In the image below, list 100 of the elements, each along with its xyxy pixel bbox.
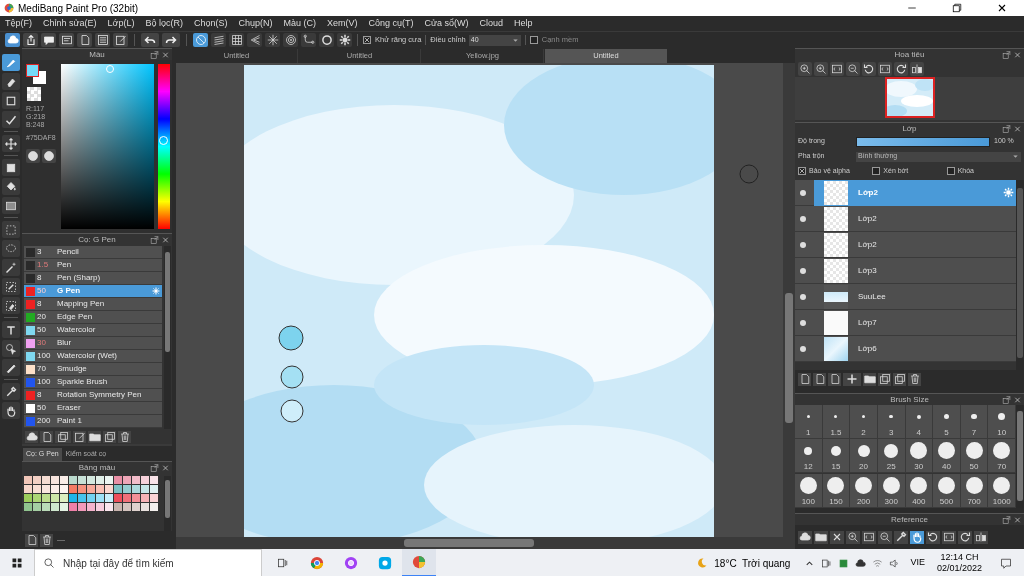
brush-size: 8: [37, 389, 43, 401]
brush-size-label: 20: [859, 462, 868, 472]
taskbar-search-field[interactable]: Nhập tại đây để tìm kiếm: [34, 549, 262, 576]
clock[interactable]: 12:14 CH 02/01/2022: [936, 552, 982, 574]
brush-size-cell[interactable]: 100: [795, 473, 823, 508]
menu-item[interactable]: Xem(V): [327, 16, 358, 31]
brush-list-item[interactable]: 8 Mapping Pen: [24, 298, 162, 311]
window-title: MediBang Paint Pro (32bit): [18, 1, 139, 16]
brush-size-cell[interactable]: 4: [905, 405, 934, 439]
layer-name: Lớp3: [858, 264, 877, 277]
menu-item[interactable]: Chỉnh sửa(E): [43, 16, 97, 31]
menu-item[interactable]: Help: [514, 16, 533, 31]
brush-size-label: 25: [886, 462, 896, 472]
brush-size-label: 30: [914, 462, 924, 472]
brush-size-label: 12: [803, 462, 813, 472]
brush-size-cell[interactable]: 50: [960, 439, 989, 474]
brush-size-label: 200: [856, 496, 871, 506]
brush-list-item[interactable]: 200 Paint 1: [24, 415, 162, 428]
brush-size-label: 2: [861, 428, 866, 437]
menu-item[interactable]: Bộ lọc(R): [145, 16, 183, 31]
brush-list-item[interactable]: 30 Blur: [24, 337, 162, 350]
brush-size: 50: [37, 285, 47, 297]
layer-row[interactable]: Lớp3: [795, 258, 1016, 284]
brush-size-cell[interactable]: 300: [877, 473, 906, 508]
brush-name: Pencil: [57, 246, 79, 258]
menu-item[interactable]: Tệp(F): [5, 16, 32, 31]
brush-size: 3: [37, 246, 43, 258]
brush-name: Mapping Pen: [57, 298, 105, 310]
brush-size-cell[interactable]: 700: [960, 473, 989, 508]
menu-item[interactable]: Công cụ(T): [368, 16, 414, 31]
brush-size: 8: [37, 272, 43, 284]
search-placeholder: Nhập tại đây để tìm kiếm: [63, 556, 174, 571]
weather-text[interactable]: 18°C Trời quang: [714, 555, 791, 571]
brush-list-item[interactable]: 20 Edge Pen: [24, 311, 162, 324]
brush-size: 20: [37, 311, 47, 323]
brush-size-label: 1000: [992, 496, 1011, 506]
panel-title: Reference: [891, 515, 928, 524]
brush-name: Watercolor (Wet): [57, 350, 117, 362]
brush-size-cell[interactable]: 3: [877, 405, 906, 439]
brush-list-item[interactable]: 3 Pencil: [24, 246, 162, 259]
menu-item[interactable]: Cloud: [479, 16, 504, 31]
brush-size-label: 10: [997, 428, 1007, 437]
brush-size-cell[interactable]: 1000: [988, 473, 1016, 508]
brush-size-cell[interactable]: 400: [905, 473, 934, 508]
brush-size-cell[interactable]: 70: [988, 439, 1016, 474]
brush-size-cell[interactable]: 7: [960, 405, 989, 439]
layer-row[interactable]: Lớp2: [795, 232, 1016, 258]
brush-size-label: 4: [916, 428, 922, 437]
menu-item[interactable]: Chụp(N): [238, 16, 273, 31]
brush-list-item[interactable]: 50 Watercolor: [24, 324, 162, 337]
layer-name: Lớp6: [858, 342, 877, 355]
layer-row[interactable]: SuuLee: [795, 284, 1016, 310]
brush-list-item[interactable]: 100 Sparkle Brush: [24, 376, 162, 389]
brush-size-cell[interactable]: 150: [822, 473, 851, 508]
layer-name: Lớp2: [858, 212, 877, 225]
brush-size-cell[interactable]: 20: [850, 439, 878, 474]
brush-list-item[interactable]: 100 Watercolor (Wet): [24, 350, 162, 363]
brush-size-label: 3: [888, 428, 894, 437]
clock-time: 12:14 CH: [940, 552, 979, 563]
brush-size-cell[interactable]: 15: [822, 439, 851, 474]
brush-size-cell[interactable]: 12: [795, 439, 823, 474]
layer-row[interactable]: Lớp7: [795, 310, 1016, 336]
menu-item[interactable]: Cửa sổ(W): [424, 16, 469, 31]
brush-size-cell[interactable]: 1: [795, 405, 823, 439]
brush-list-item[interactable]: 8 Pen (Sharp): [24, 272, 162, 285]
brush-size-cell[interactable]: 2: [850, 405, 878, 439]
brush-list-item[interactable]: 70 Smudge: [24, 363, 162, 376]
brush-size: 50: [37, 324, 47, 336]
brush-size-label: 15: [831, 462, 841, 472]
brush-size-cell[interactable]: 500: [933, 473, 961, 508]
menu-item[interactable]: Chọn(S): [194, 16, 228, 31]
brush-size-label: 7: [971, 428, 977, 437]
brush-list-item[interactable]: 1.5 Pen: [24, 259, 162, 272]
brush-list-item[interactable]: 8 Rotation Symmetry Pen: [24, 389, 162, 402]
brush-size-label: 1.5: [830, 428, 842, 437]
layer-name: Lớp2: [858, 186, 878, 199]
brush-size-cell[interactable]: 10: [988, 405, 1016, 439]
brush-size: 100: [37, 376, 52, 388]
layer-row[interactable]: Lớp6: [795, 336, 1016, 362]
brush-size-cell[interactable]: 5: [933, 405, 961, 439]
menu-item[interactable]: Màu (C): [283, 16, 317, 31]
brush-size-cell[interactable]: 1.5: [822, 405, 851, 439]
brush-size-cell[interactable]: 40: [933, 439, 961, 474]
brush-size-cell[interactable]: 25: [877, 439, 906, 474]
brush-size-cell[interactable]: 200: [850, 473, 878, 508]
menu-item[interactable]: Lớp(L): [107, 16, 135, 31]
brush-list-item[interactable]: 50 Eraser: [24, 402, 162, 415]
brush-name: G Pen: [57, 285, 81, 297]
brush-name: Pen: [57, 259, 72, 271]
layer-name: SuuLee: [858, 290, 886, 303]
brush-size: 30: [37, 337, 47, 349]
clock-date: 02/01/2022: [936, 563, 982, 574]
brush-name: Eraser: [57, 402, 81, 414]
brush-name: Paint 1: [57, 415, 82, 427]
language-indicator[interactable]: VIE: [910, 556, 925, 570]
brush-size: 1.5: [37, 259, 50, 271]
brush-size-cell[interactable]: 30: [905, 439, 934, 474]
brush-name: Rotation Symmetry Pen: [57, 389, 142, 401]
layer-row[interactable]: Lớp2: [795, 206, 1016, 232]
panel-title: Màu: [89, 50, 105, 59]
